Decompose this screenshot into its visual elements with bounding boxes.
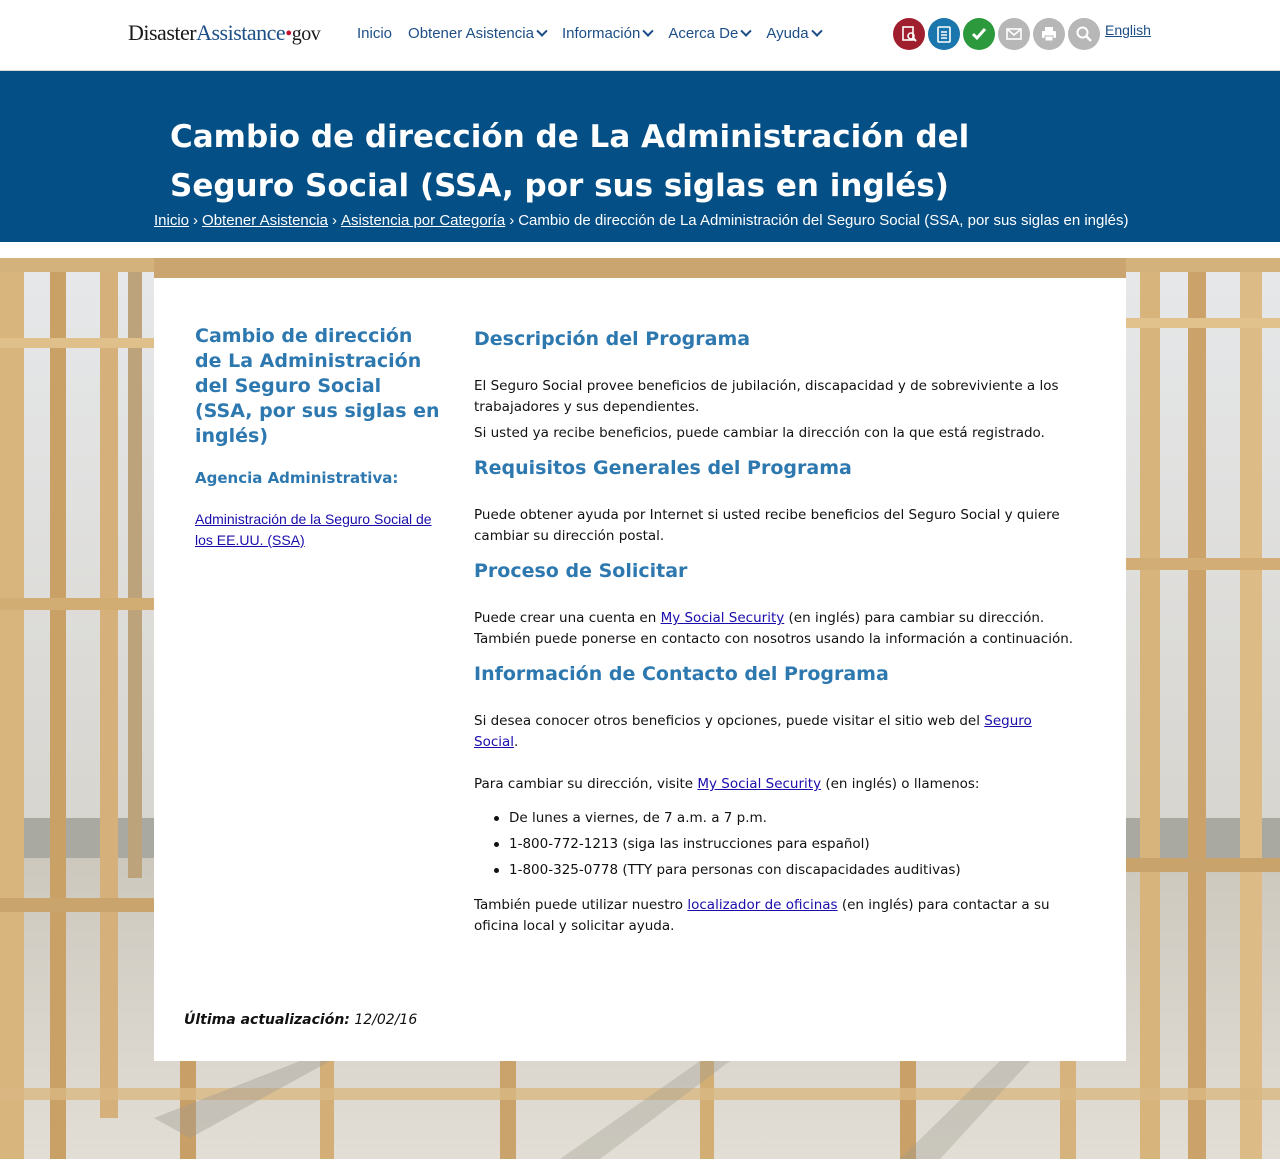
checklist-icon[interactable] <box>928 18 960 50</box>
breadcrumb-asistencia-por-categoria[interactable]: Asistencia por Categoría <box>341 212 505 229</box>
nav-label: Ayuda <box>766 25 809 42</box>
nav-label: Obtener Asistencia <box>408 25 534 42</box>
text-run: (en inglés) o llamenos: <box>821 776 980 792</box>
text-run: También puede utilizar nuestro <box>474 897 688 913</box>
section-heading-requisitos: Requisitos Generales del Programa <box>474 457 852 479</box>
chevron-down-icon <box>810 25 823 37</box>
nav-ayuda[interactable]: Ayuda <box>766 25 823 42</box>
contacto-paragraph-2: Para cambiar su dirección, visite My Soc… <box>474 774 1074 795</box>
tool-buttons <box>893 18 1100 50</box>
text-run: . <box>514 734 519 750</box>
section-heading-contacto: Información de Contacto del Programa <box>474 663 889 685</box>
print-icon[interactable] <box>1033 18 1065 50</box>
office-locator-link[interactable]: localizador de oficinas <box>687 897 837 913</box>
section-heading-proceso: Proceso de Solicitar <box>474 560 688 582</box>
main-nav: Inicio Obtener Asistencia Información Ac… <box>357 25 837 42</box>
text-run: Puede crear una cuenta en <box>474 610 661 626</box>
site-header: DisasterAssistance•gov Inicio Obtener As… <box>0 0 1280 71</box>
text-run: Para cambiar su dirección, visite <box>474 776 698 792</box>
search-icon[interactable] <box>1068 18 1100 50</box>
title-band: Cambio de dirección de La Administración… <box>0 71 1280 242</box>
nav-informacion[interactable]: Información <box>561 25 654 42</box>
contact-list: De lunes a viernes, de 7 a.m. a 7 p.m. 1… <box>494 805 1074 883</box>
check-icon[interactable] <box>963 18 995 50</box>
my-social-security-link-2[interactable]: My Social Security <box>697 776 821 792</box>
text-run: Si desea conocer otros beneficios y opci… <box>474 713 985 729</box>
section-heading-descripcion: Descripción del Programa <box>474 328 751 350</box>
list-item: 1-800-325-0778 (TTY para personas con di… <box>494 857 1074 883</box>
contacto-paragraph-1: Si desea conocer otros beneficios y opci… <box>474 711 1074 753</box>
last-updated-label: Última actualización: <box>184 1012 350 1028</box>
english-link[interactable]: English <box>1105 22 1151 38</box>
nav-label: Acerca De <box>668 25 739 42</box>
proceso-paragraph: Puede crear una cuenta en My Social Secu… <box>474 608 1074 650</box>
nav-inicio[interactable]: Inicio <box>357 25 392 42</box>
requisitos-paragraph: Puede obtener ayuda por Internet si uste… <box>474 507 1060 544</box>
list-item: De lunes a viernes, de 7 a.m. a 7 p.m. <box>494 805 1074 831</box>
breadcrumb-current: Cambio de dirección de La Administración… <box>518 212 1129 229</box>
nav-label: Información <box>561 25 641 42</box>
breadcrumb-inicio[interactable]: Inicio <box>154 212 189 229</box>
list-item: 1-800-772-1213 (siga las instrucciones p… <box>494 831 1074 857</box>
nav-acerca-de[interactable]: Acerca De <box>668 25 753 42</box>
agency-link[interactable]: Administración de la Seguro Social de lo… <box>195 509 445 551</box>
last-updated-date: 12/02/16 <box>354 1012 418 1028</box>
descripcion-paragraph: El Seguro Social provee beneficios de ju… <box>474 378 1059 415</box>
site-logo[interactable]: DisasterAssistance•gov <box>128 20 321 46</box>
chevron-down-icon <box>642 25 654 37</box>
page-title: Cambio de dirección de La Administración… <box>170 119 970 204</box>
agency-heading: Agencia Administrativa: <box>195 469 399 487</box>
breadcrumb-separator: › <box>193 212 199 229</box>
last-updated: Última actualización: 12/02/16 <box>184 1012 417 1028</box>
breadcrumb: Inicio › Obtener Asistencia › Asistencia por… <box>154 212 1129 229</box>
main-content: Descripción del Programa El Seguro Socia… <box>474 327 1074 937</box>
chevron-down-icon <box>740 25 753 37</box>
sidebar: Cambio de dirección de La Administración… <box>195 324 445 551</box>
nav-label: Inicio <box>357 25 393 42</box>
content-card: Cambio de dirección de La Administración… <box>154 278 1126 1061</box>
chevron-down-icon <box>536 25 548 37</box>
nav-obtener-asistencia[interactable]: Obtener Asistencia <box>408 25 548 42</box>
breadcrumb-separator: › <box>331 212 337 229</box>
search-document-icon[interactable] <box>893 18 925 50</box>
my-social-security-link[interactable]: My Social Security <box>661 610 785 626</box>
contacto-paragraph-3: También puede utilizar nuestro localizad… <box>474 895 1074 937</box>
descripcion-paragraph-2: Si usted ya recibe beneficios, puede cam… <box>474 425 1045 441</box>
logo-text-gov: gov <box>291 23 321 45</box>
breadcrumb-obtener-asistencia[interactable]: Obtener Asistencia <box>202 212 328 229</box>
logo-text-disaster: Disaster <box>128 20 197 45</box>
breadcrumb-separator: › <box>509 212 515 229</box>
sidebar-title: Cambio de dirección de La Administración… <box>195 325 440 447</box>
logo-text-assistance: Assistance <box>196 20 286 45</box>
email-icon[interactable] <box>998 18 1030 50</box>
